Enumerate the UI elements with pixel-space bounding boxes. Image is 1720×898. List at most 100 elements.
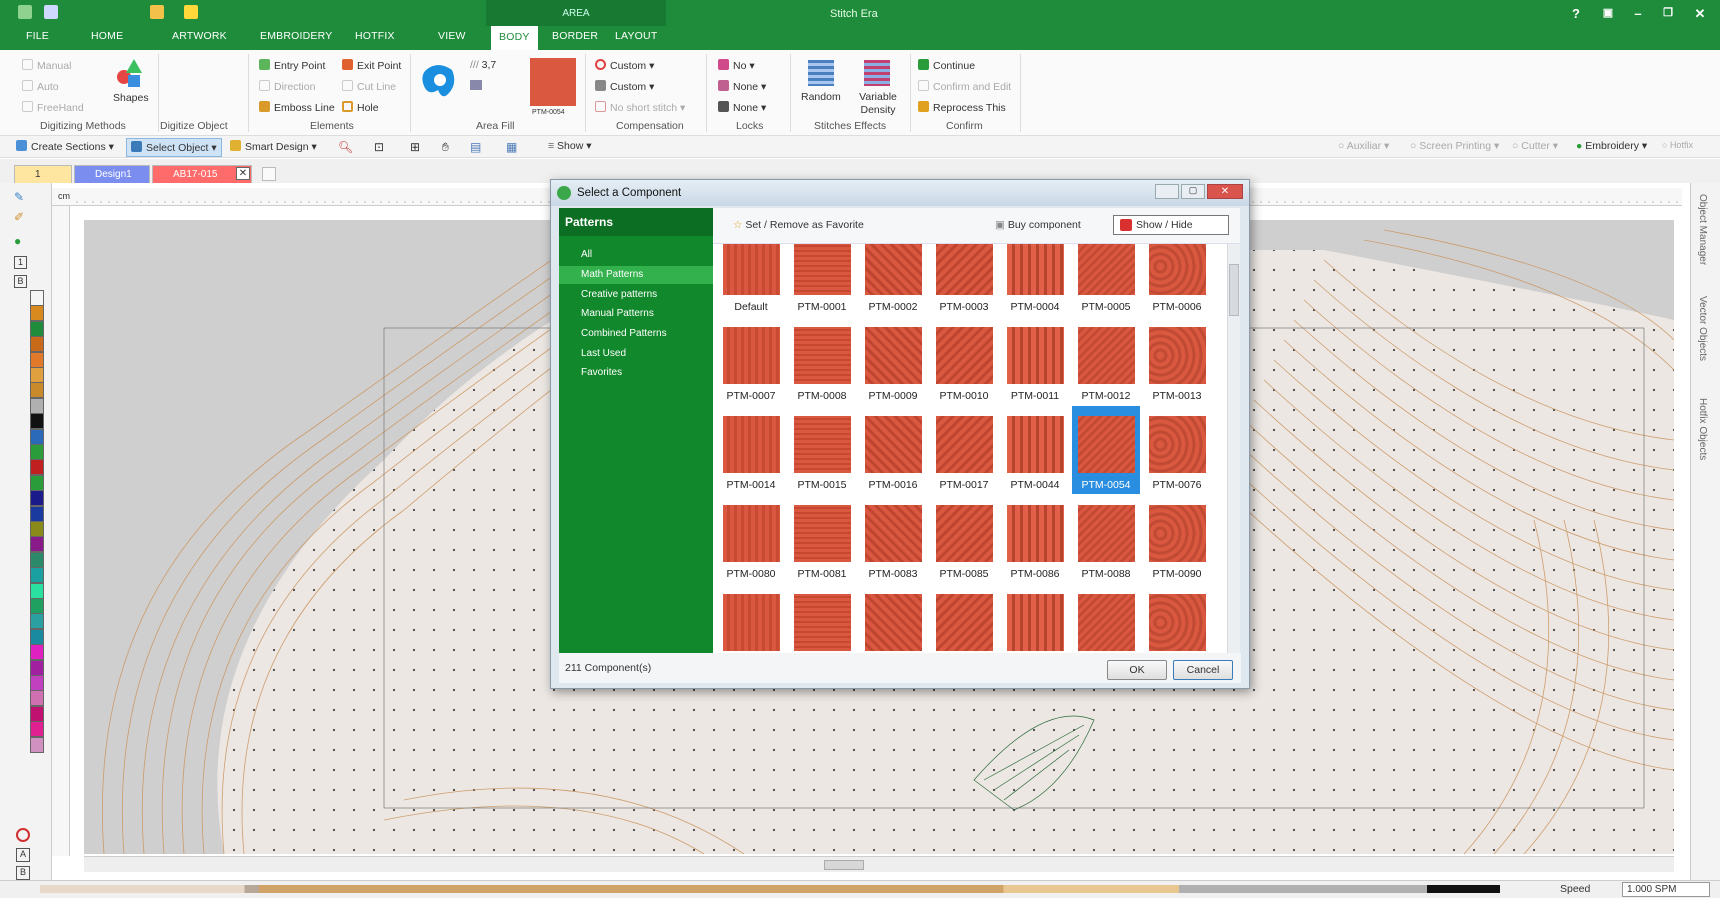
pattern-item[interactable]: PTM-0009 [859,317,927,405]
pattern-item[interactable]: PTM-0102 [1072,584,1140,653]
help-button[interactable]: ? [1566,6,1586,21]
emboss-line-button[interactable]: Emboss Line [259,101,335,114]
thread-color-swatch[interactable] [30,690,44,707]
category-favorites[interactable]: Favorites [559,364,713,382]
tab-artwork[interactable]: ARTWORK [172,30,227,42]
thread-color-swatch[interactable] [30,536,44,553]
exit-point-button[interactable]: Exit Point [342,59,401,72]
pattern-item[interactable]: PTM-0097 [859,584,927,653]
thread-color-swatch[interactable] [30,367,44,383]
save-icon[interactable] [44,5,58,19]
thread-color-swatch[interactable] [30,474,44,491]
close-doc-tab-icon[interactable]: ✕ [236,167,250,180]
thread-color-swatch[interactable] [30,320,44,337]
pattern-item[interactable]: PTM-0010 [930,317,998,405]
thread-color-swatch[interactable] [30,644,44,661]
thread-color-swatch[interactable] [30,598,44,614]
embroidery-toggle[interactable]: ● Embroidery ▾ [1576,140,1647,152]
pattern-item[interactable]: PTM-0014 [717,406,785,494]
pan-hand-icon[interactable]: ✋︎ [442,140,449,155]
thread-color-swatch[interactable] [30,736,44,753]
pattern-item[interactable]: PTM-0086 [1001,495,1069,583]
pattern-item[interactable]: PTM-0044 [1001,406,1069,494]
variable-density-icon[interactable] [864,60,890,86]
buy-component-button[interactable]: ▣ Buy component [995,219,1081,231]
close-window-button[interactable]: ✕ [1690,6,1710,22]
open-icon[interactable] [150,5,164,19]
tab-view[interactable]: VIEW [438,30,466,42]
draw-tool-icon[interactable]: ✎ [14,190,24,204]
favorite-button[interactable]: ☆ Set / Remove as Favorite [733,219,864,231]
thread-color-swatch[interactable] [30,675,44,691]
thread-color-swatch[interactable] [30,490,44,507]
cancel-button[interactable]: Cancel [1173,660,1233,680]
dialog-maximize-button[interactable]: ▢ [1181,184,1205,199]
pattern-item[interactable]: PTM-0006 [1143,244,1211,316]
freehand-button[interactable]: FreeHand [22,101,84,114]
pattern-item[interactable]: PTM-0013 [1143,317,1211,405]
category-math-patterns[interactable]: Math Patterns [559,266,713,284]
auto-button[interactable]: Auto [22,80,59,93]
select-zoom-icon[interactable]: ▦ [506,140,517,154]
density-spinner[interactable]: /// 3,7 [470,59,496,71]
pattern-item[interactable]: PTM-0104 [1143,584,1211,653]
shapes-label[interactable]: Shapes [113,92,149,104]
tab-embroidery[interactable]: EMBROIDERY [260,30,332,42]
variable-density-button[interactable]: Variable Density [856,91,900,117]
app-logo-icon[interactable] [18,5,32,19]
manual-button[interactable]: Manual [22,59,71,72]
entry-point-button[interactable]: Entry Point [259,59,325,72]
panel-tab-hotfix-objects[interactable]: Hotfix Objects [1697,398,1708,460]
category-creative-patterns[interactable]: Creative patterns [559,286,713,304]
pattern-item[interactable]: PTM-0015 [788,406,856,494]
random-button[interactable]: Random [801,91,841,103]
pattern-item[interactable]: PTM-0007 [717,317,785,405]
tab-file[interactable]: FILE [26,30,49,42]
stop-icon[interactable] [16,828,30,842]
pattern-item[interactable]: PTM-0001 [788,244,856,316]
compensation-custom2-dropdown[interactable]: Custom ▾ [595,80,654,93]
area-fill-shape-icon[interactable] [418,62,458,102]
pattern-item[interactable]: PTM-0012 [1072,317,1140,405]
thread-color-swatch[interactable] [30,413,44,430]
current-fill-pattern-preview[interactable] [530,58,576,106]
thread-color-swatch[interactable] [30,521,44,537]
thread-color-swatch[interactable] [30,567,44,584]
pattern-item[interactable]: PTM-0054 [1072,406,1140,494]
reprocess-this-button[interactable]: Reprocess This [918,101,1006,114]
short-stitch-dropdown[interactable]: No short stitch ▾ [595,101,685,114]
pattern-item[interactable]: PTM-0003 [930,244,998,316]
pattern-grid-scrollbar[interactable] [1227,244,1240,653]
zoom-fit-icon[interactable]: ⊞ [410,140,420,154]
pattern-item[interactable]: PTM-0016 [859,406,927,494]
pattern-item[interactable]: PTM-0094 [788,584,856,653]
confirm-and-edit-button[interactable]: Confirm and Edit [918,80,1011,93]
panel-tab-vector-objects[interactable]: Vector Objects [1697,296,1708,361]
hole-button[interactable]: Hole [342,101,379,114]
dialog-title-bar[interactable]: Select a Component ▢ ✕ [551,180,1249,206]
tab-layout[interactable]: LAYOUT [615,30,657,42]
cutter-toggle[interactable]: ○ Cutter ▾ [1512,140,1558,152]
new-doc-tab-icon[interactable] [262,167,276,181]
smart-design-button[interactable]: Smart Design ▾ [230,140,317,153]
continue-button[interactable]: Continue [918,59,975,72]
palette-icon[interactable]: ● [14,234,21,248]
dialog-close-button[interactable]: ✕ [1207,184,1243,199]
thread-color-swatch[interactable] [30,459,44,476]
pattern-item[interactable]: PTM-0011 [1001,317,1069,405]
thread-color-swatch[interactable] [30,336,44,353]
random-icon[interactable] [808,60,834,86]
color-index-1-icon[interactable]: 1 [14,256,27,269]
pattern-item[interactable]: PTM-0076 [1143,406,1211,494]
shapes-icon[interactable] [114,57,148,91]
dialog-minimize-button[interactable] [1155,184,1179,199]
lock-start-dropdown[interactable]: No ▾ [718,59,755,72]
panel-tab-object-manager[interactable]: Object Manager [1697,194,1708,265]
compensation-custom-dropdown[interactable]: Custom ▾ [595,59,654,72]
pattern-item[interactable]: PTM-0098 [930,584,998,653]
speed-dropdown[interactable]: 1.000 SPM [1622,882,1710,897]
pattern-item[interactable]: PTM-0088 [1072,495,1140,583]
pattern-item[interactable]: PTM-0002 [859,244,927,316]
thread-a-icon[interactable]: A [16,848,30,862]
color-index-b-icon[interactable]: B [14,275,27,288]
